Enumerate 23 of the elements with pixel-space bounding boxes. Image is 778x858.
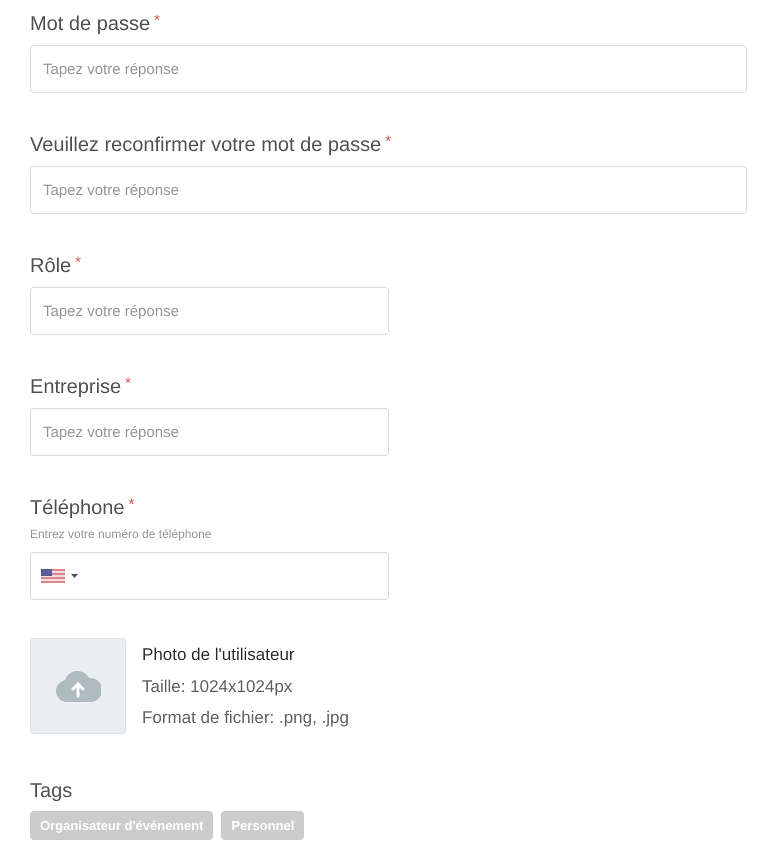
required-mark: * [75,253,81,273]
tags-label: Tags [30,778,74,804]
field-label: Mot de passe [30,12,150,37]
caret-icon[interactable] [71,574,78,578]
phone-input[interactable] [30,552,389,600]
photo-title: Photo de l'utilisateur [142,644,296,666]
required-mark: * [128,495,134,515]
text-input[interactable]: Tapez votre réponse [30,166,747,214]
required-mark: * [385,132,392,152]
required-mark: * [125,374,131,394]
text-input[interactable]: Tapez votre réponse [30,287,389,335]
text-input[interactable]: Tapez votre réponse [30,408,389,456]
cloud-upload-icon [55,670,101,702]
field-label: Rôle [30,254,72,279]
flag-icon[interactable] [41,569,65,583]
required-mark: * [154,11,160,31]
photo-info: Format de fichier: .png, .jpg [142,707,349,729]
field-label: Téléphone [30,496,125,521]
field-hint: Entrez votre numéro de téléphone [30,526,212,543]
photo-info: Taille: 1024x1024px [142,676,294,698]
field-label: Entreprise [30,375,122,400]
text-input[interactable]: Tapez votre réponse [30,45,747,93]
field-label: Veuillez reconfirmer votre mot de passe [30,133,382,158]
